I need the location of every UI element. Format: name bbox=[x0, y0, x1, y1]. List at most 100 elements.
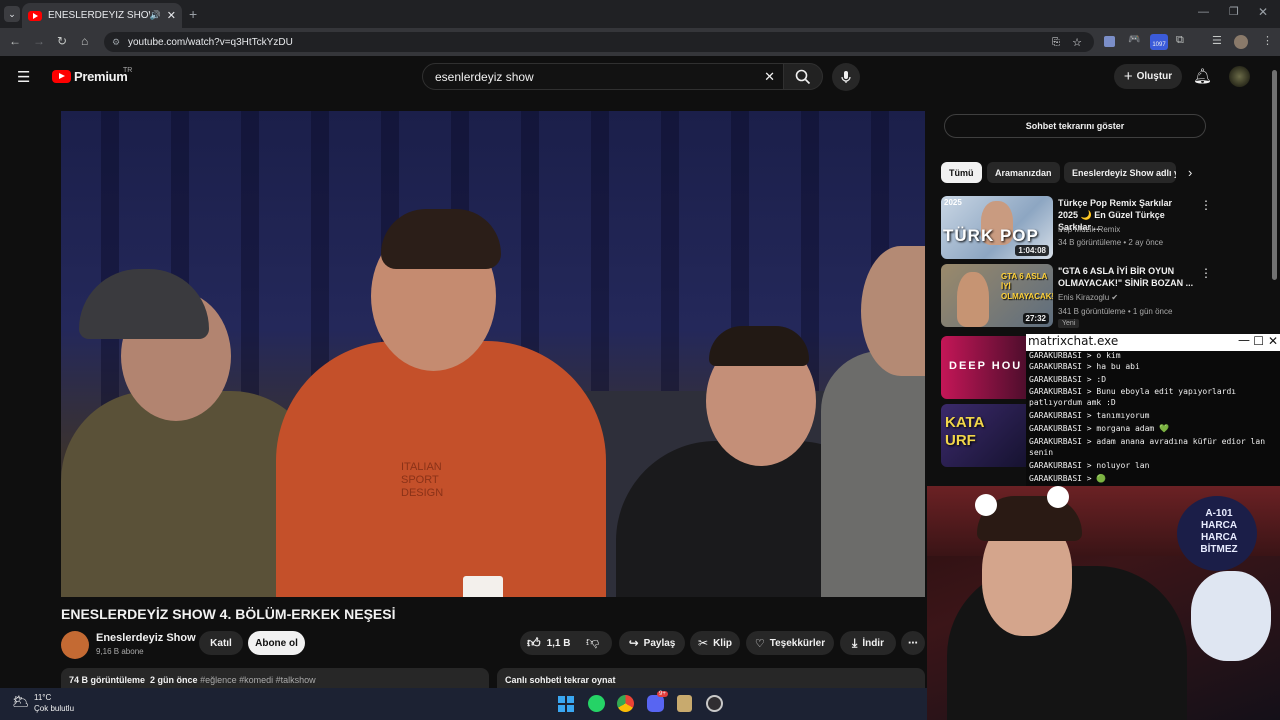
account-avatar[interactable] bbox=[1229, 66, 1250, 87]
video-duration: 27:32 bbox=[1022, 313, 1049, 324]
video-title: ENESLERDEYİZ SHOW 4. BÖLÜM-ERKEK NEŞESİ bbox=[61, 606, 396, 622]
minimize-button[interactable]: — bbox=[1198, 6, 1209, 18]
clip-button[interactable]: ✂ Klip bbox=[690, 631, 740, 655]
more-actions-button[interactable]: ⋯ bbox=[901, 631, 925, 655]
video-menu-icon[interactable]: ⋮ bbox=[1200, 198, 1212, 212]
chat-maximize-icon[interactable]: ☐ bbox=[1253, 334, 1264, 348]
site-info-icon[interactable]: ⚙ bbox=[112, 37, 120, 48]
profile-avatar[interactable] bbox=[1234, 35, 1248, 49]
video-player[interactable]: ITALIAN SPORT DESIGN bbox=[61, 111, 925, 597]
download-label: İndir bbox=[862, 637, 884, 649]
reading-list-icon[interactable]: ☰ bbox=[1212, 34, 1222, 47]
live-chat-replay-label: Canlı sohbeti tekrar oynat bbox=[505, 675, 616, 685]
chip-all[interactable]: Tümü bbox=[941, 162, 982, 183]
hashtags[interactable]: #eğlence #komedi #talkshow bbox=[200, 675, 316, 685]
chat-line: GARAKURBASI > adam anana avradına küfür … bbox=[1029, 437, 1266, 457]
video-thumbnail[interactable]: GTA 6 ASLA İYİ OLMAYACAK! 27:32 bbox=[941, 264, 1053, 327]
clear-search-icon[interactable]: ✕ bbox=[764, 69, 775, 85]
address-bar[interactable]: ⚙ youtube.com/watch?v=q3HtTckYzDU ⎘ ☆ bbox=[104, 32, 1094, 52]
tab-close-icon[interactable]: ✕ bbox=[167, 9, 176, 22]
subscribe-button[interactable]: Abone ol bbox=[248, 631, 305, 655]
upload-age: 2 gün önce bbox=[150, 675, 198, 685]
whatsapp-icon[interactable] bbox=[588, 695, 605, 712]
thanks-button[interactable]: ♡ Teşekkürler bbox=[746, 631, 834, 655]
start-button[interactable] bbox=[558, 696, 574, 712]
tab-title: ENESLERDEYİZ SHOW 4. BÖ bbox=[48, 10, 150, 21]
download-button[interactable]: ⤓ İndir bbox=[840, 631, 896, 655]
install-icon[interactable]: ⎘ bbox=[1052, 37, 1060, 48]
chips-next-icon[interactable]: › bbox=[1188, 165, 1192, 180]
show-chat-replay-button[interactable]: Sohbet tekrarını göster bbox=[944, 114, 1206, 138]
thumbs-up-icon: 👍︎ bbox=[527, 635, 541, 650]
thumbnail-year: 2025 bbox=[944, 198, 962, 207]
discord-badge: 9+ bbox=[657, 691, 668, 697]
create-button[interactable]: + Oluştur bbox=[1114, 64, 1182, 89]
windows-taskbar bbox=[0, 688, 927, 720]
gamepad-extension-icon[interactable]: 🎮 bbox=[1128, 34, 1140, 45]
download-icon: ⤓ bbox=[852, 635, 858, 650]
chip-from-search[interactable]: Aramanızdan bbox=[987, 162, 1060, 183]
like-button[interactable]: 👍︎ 1,1 B bbox=[527, 635, 571, 651]
restore-button[interactable]: ❐ bbox=[1229, 5, 1239, 18]
chat-close-icon[interactable]: ✕ bbox=[1268, 334, 1278, 348]
chrome-icon[interactable] bbox=[617, 695, 634, 712]
forward-icon[interactable]: → bbox=[33, 34, 45, 48]
share-icon: ↪ bbox=[628, 636, 639, 650]
league-icon[interactable] bbox=[677, 695, 692, 712]
new-badge: Yeni bbox=[1058, 319, 1080, 328]
bookmark-star-icon[interactable]: ☆ bbox=[1072, 36, 1082, 49]
dislike-button[interactable]: 👎︎ bbox=[586, 634, 599, 650]
video-channel[interactable]: Pop Müzik Remix bbox=[1058, 225, 1120, 234]
search-input[interactable]: esenlerdeyiz show ✕ bbox=[422, 63, 786, 90]
extension-icon[interactable] bbox=[1104, 36, 1115, 47]
search-button[interactable] bbox=[783, 63, 823, 90]
subscriber-count: 9,16 B abone bbox=[96, 647, 144, 656]
hamburger-menu-icon[interactable]: ☰ bbox=[17, 68, 30, 86]
weather-icon[interactable]: 🌥︎ bbox=[12, 693, 30, 710]
home-icon[interactable]: ⌂ bbox=[81, 34, 88, 48]
browser-menu-icon[interactable]: ⋮ bbox=[1262, 34, 1273, 47]
clip-label: Klip bbox=[713, 637, 732, 649]
browser-tab-bar: ⌄ ENESLERDEYİZ SHOW 4. BÖ 🔊 ✕ + — ❐ ✕ bbox=[0, 0, 1280, 28]
extensions-puzzle-icon[interactable]: ⧉ bbox=[1176, 34, 1184, 47]
thumbnail-text: GTA 6 ASLA İYİ OLMAYACAK! bbox=[1001, 272, 1053, 301]
channel-avatar[interactable] bbox=[61, 631, 89, 659]
obs-icon[interactable] bbox=[706, 695, 723, 712]
audio-icon[interactable]: 🔊 bbox=[150, 10, 161, 21]
chat-minimize-icon[interactable]: — bbox=[1238, 333, 1250, 347]
notifications-bell-icon[interactable]: 🔔︎ bbox=[1193, 67, 1212, 85]
video-title[interactable]: "GTA 6 ASLA İYİ BİR OYUN OLMAYACAK!" SİN… bbox=[1058, 265, 1194, 289]
share-button[interactable]: ↪ Paylaş bbox=[619, 631, 685, 655]
youtube-logo[interactable]: Premium bbox=[52, 69, 128, 84]
browser-tab[interactable]: ENESLERDEYİZ SHOW 4. BÖ 🔊 ✕ bbox=[22, 3, 182, 28]
thumbnail-text: DEEP HOU bbox=[949, 360, 1023, 372]
chat-line: GARAKURBASI > noluyor lan bbox=[1029, 461, 1150, 470]
new-tab-button[interactable]: + bbox=[189, 6, 197, 22]
scissors-icon: ✂ bbox=[698, 636, 709, 650]
thumbnail-text: KATA URF bbox=[945, 414, 984, 449]
voice-search-button[interactable] bbox=[832, 63, 860, 91]
video-thumbnail[interactable]: 2025 TÜRK POP 1:04:08 bbox=[941, 196, 1053, 259]
extension-badge[interactable]: 1097 bbox=[1150, 34, 1168, 50]
discord-icon[interactable] bbox=[647, 695, 664, 712]
person-right bbox=[821, 351, 925, 597]
channel-name[interactable]: Eneslerdeyiz Show bbox=[96, 632, 196, 644]
thanks-heart-icon: ♡ bbox=[754, 637, 765, 650]
video-meta: 341 B görüntüleme • 1 gün önce bbox=[1058, 307, 1173, 316]
page-scrollbar[interactable] bbox=[1272, 70, 1277, 280]
tab-list-button[interactable]: ⌄ bbox=[4, 6, 20, 22]
video-channel[interactable]: Enis Kirazoglu ✔ bbox=[1058, 293, 1118, 302]
chat-line: GARAKURBASI > :D bbox=[1029, 375, 1107, 384]
chip-channel[interactable]: Eneslerdeyiz Show adlı y bbox=[1064, 162, 1176, 183]
chat-line: GARAKURBASI > Bunu eboyla edit yapıyorla… bbox=[1029, 387, 1237, 407]
video-menu-icon[interactable]: ⋮ bbox=[1200, 266, 1212, 280]
reload-icon[interactable]: ↻ bbox=[57, 34, 67, 48]
region-code: TR bbox=[123, 67, 133, 74]
youtube-play-icon bbox=[52, 70, 71, 83]
video-meta: 34 B görüntüleme • 2 ay önce bbox=[1058, 238, 1164, 247]
chat-window-titlebar[interactable]: matrixchat.exe — ☐ ✕ bbox=[1026, 333, 1280, 351]
join-button[interactable]: Katıl bbox=[199, 631, 243, 655]
close-window-button[interactable]: ✕ bbox=[1258, 5, 1268, 19]
back-icon[interactable]: ← bbox=[9, 34, 21, 48]
temperature: 11°C bbox=[34, 693, 52, 702]
